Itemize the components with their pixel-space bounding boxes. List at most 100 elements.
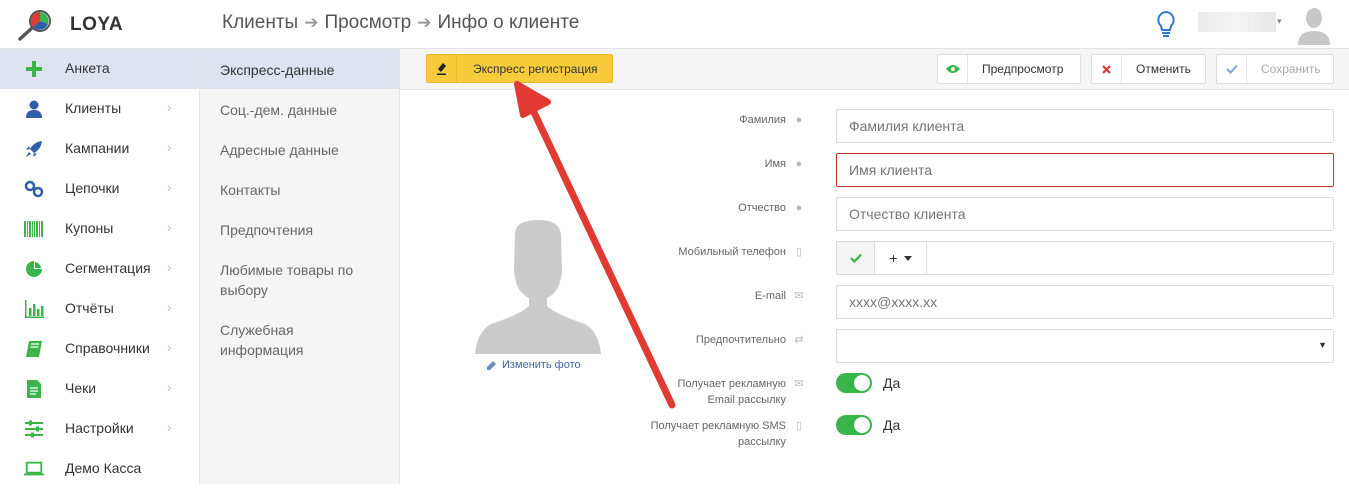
rocket-icon: [24, 139, 44, 159]
email-label-row: E-mail ✉: [606, 288, 806, 304]
lastname-label: Фамилия: [739, 114, 786, 126]
cancel-label: Отменить: [1136, 62, 1191, 76]
submenu-item-contacts[interactable]: Контакты: [200, 169, 399, 209]
save-label: Сохранить: [1261, 62, 1321, 76]
preview-button[interactable]: Предпросмотр: [937, 54, 1081, 84]
sidebar-item-receipts[interactable]: Чеки ›: [0, 369, 199, 409]
chevron-right-icon: ›: [167, 380, 172, 395]
submenu-item-address[interactable]: Адресные данные: [200, 129, 399, 169]
country-code-dropdown[interactable]: +: [875, 242, 927, 274]
phone-field[interactable]: +: [836, 241, 1334, 275]
email-label: E-mail: [754, 290, 786, 302]
sliders-icon: [24, 419, 44, 439]
breadcrumb-arrow-icon: ➔: [417, 13, 432, 32]
express-registration-button[interactable]: Экспресс регистрация: [426, 54, 613, 83]
user-name-blurred[interactable]: [1198, 12, 1276, 32]
sidebar-item-reports[interactable]: Отчёты ›: [0, 289, 199, 329]
pencil-icon: [487, 360, 496, 370]
envelope-icon: ✉: [794, 290, 804, 302]
middlename-input[interactable]: [836, 197, 1334, 231]
sidebar-item-anketa[interactable]: Анкета: [0, 49, 199, 89]
action-toolbar: Экспресс регистрация Предпросмотр Отмени…: [400, 49, 1349, 90]
submenu-item-express[interactable]: Экспресс-данные: [200, 49, 399, 89]
sidebar-item-clients[interactable]: Клиенты ›: [0, 89, 199, 129]
sms-promo-label-2: рассылку: [738, 436, 786, 448]
cancel-button[interactable]: Отменить: [1091, 54, 1206, 84]
sidebar-item-label: Демо Касса: [65, 460, 142, 476]
middlename-label-row: Отчество ●: [606, 200, 806, 216]
check-icon: [849, 253, 862, 263]
lightbulb-icon[interactable]: [1155, 10, 1177, 38]
sidebar-item-segmentation[interactable]: Сегментация ›: [0, 249, 199, 289]
sidebar-item-demo-kassa[interactable]: Демо Касса: [0, 449, 199, 489]
link-icon: [24, 179, 44, 199]
chevron-right-icon: ›: [167, 300, 172, 315]
sidebar-item-directories[interactable]: Справочники ›: [0, 329, 199, 369]
sidebar-item-label: Клиенты: [65, 100, 122, 116]
firstname-input[interactable]: [836, 153, 1334, 187]
pen-icon: [427, 55, 457, 82]
save-button[interactable]: Сохранить: [1216, 54, 1334, 84]
logo[interactable]: LOYA: [16, 9, 123, 41]
preferred-channel-select[interactable]: ▼: [836, 329, 1334, 363]
chevron-right-icon: ›: [167, 340, 172, 355]
submenu-item-service-info[interactable]: Служебная информация: [200, 309, 399, 369]
chevron-right-icon: ›: [167, 180, 172, 195]
breadcrumb-item[interactable]: Клиенты: [222, 12, 298, 34]
sidebar-item-settings[interactable]: Настройки ›: [0, 409, 199, 449]
main-sidebar: Анкета Клиенты › Кампании › Цепочки › Ку…: [0, 49, 200, 484]
sidebar-item-chains[interactable]: Цепочки ›: [0, 169, 199, 209]
top-header: LOYA Клиенты ➔ Просмотр ➔ Инфо о клиенте…: [0, 0, 1349, 49]
sidebar-item-label: Кампании: [65, 140, 130, 156]
sidebar-item-label: Анкета: [65, 60, 110, 76]
chevron-down-icon[interactable]: ▾: [1277, 16, 1282, 27]
avatar[interactable]: [1296, 5, 1332, 45]
submenu-item-preferences[interactable]: Предпочтения: [200, 209, 399, 249]
sidebar-item-label: Чеки: [65, 380, 97, 396]
caret-down-icon: [903, 255, 912, 261]
breadcrumb: Клиенты ➔ Просмотр ➔ Инфо о клиенте: [222, 12, 579, 34]
lastname-input[interactable]: [836, 109, 1334, 143]
section-submenu: Экспресс-данные Соц.-дем. данные Адресны…: [200, 49, 400, 484]
change-photo-link[interactable]: Изменить фото: [487, 359, 581, 371]
preferred-label-row: Предпочтительно ⇄: [606, 332, 806, 348]
sidebar-item-coupons[interactable]: Купоны ›: [0, 209, 199, 249]
submenu-item-favorites[interactable]: Любимые товары по выбору: [200, 249, 399, 309]
breadcrumb-arrow-icon: ➔: [304, 13, 319, 32]
sms-promo-label-row: Получает рекламную SMS ▯ рассылку: [606, 418, 806, 450]
close-icon: [1092, 55, 1122, 83]
sidebar-item-label: Справочники: [65, 340, 150, 356]
bar-chart-icon: [24, 299, 44, 319]
email-promo-label-row: Получает рекламную ✉ Email рассылку: [606, 376, 806, 408]
envelope-icon: ✉: [794, 378, 804, 390]
submenu-item-socdem[interactable]: Соц.-дем. данные: [200, 89, 399, 129]
laptop-icon: [24, 459, 44, 479]
sidebar-item-label: Купоны: [65, 220, 114, 236]
client-photo-placeholder: [475, 220, 601, 354]
email-promo-value: Да: [883, 375, 901, 391]
breadcrumb-item[interactable]: Просмотр: [324, 12, 411, 34]
phone-verified-toggle[interactable]: [837, 242, 875, 274]
logo-text: LOYA: [70, 14, 124, 35]
sidebar-item-campaigns[interactable]: Кампании ›: [0, 129, 199, 169]
preview-label: Предпросмотр: [982, 62, 1064, 76]
pie-chart-icon: [24, 259, 44, 279]
receipt-icon: [24, 379, 44, 399]
sms-promo-value: Да: [883, 417, 901, 433]
user-icon: ●: [795, 114, 803, 126]
sms-promo-toggle[interactable]: [836, 415, 872, 435]
email-promo-toggle[interactable]: [836, 373, 872, 393]
book-icon: [24, 339, 44, 359]
lastname-label-row: Фамилия ●: [606, 112, 806, 128]
check-icon: [1217, 55, 1247, 83]
chevron-right-icon: ›: [167, 260, 172, 275]
mobile-icon: ▯: [795, 420, 803, 432]
firstname-label: Имя: [764, 158, 786, 170]
email-input[interactable]: [836, 285, 1334, 319]
sidebar-item-label: Отчёты: [65, 300, 114, 316]
eye-icon: [938, 55, 968, 83]
chevron-right-icon: ›: [167, 420, 172, 435]
user-icon: ●: [795, 158, 803, 170]
firstname-label-row: Имя ●: [606, 156, 806, 172]
email-promo-label: Получает рекламную: [677, 378, 787, 390]
